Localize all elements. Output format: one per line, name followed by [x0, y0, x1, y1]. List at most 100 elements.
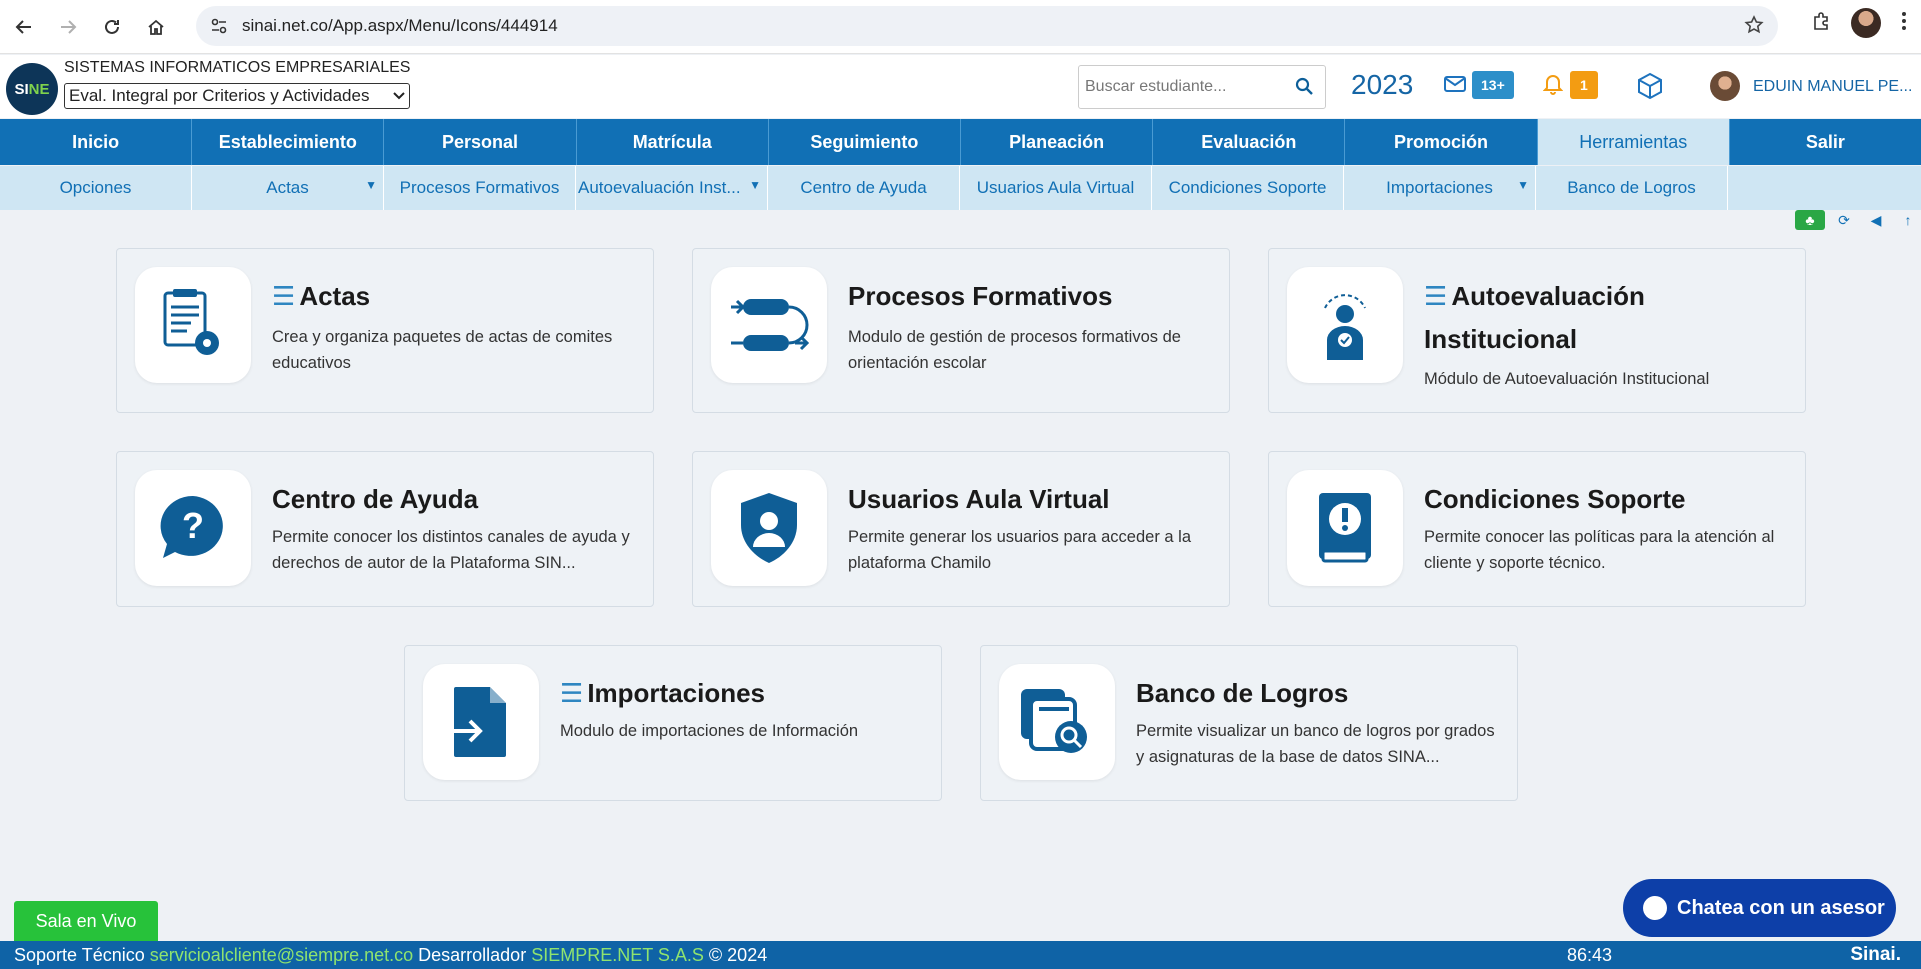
more-menu-icon[interactable]: [1901, 11, 1907, 36]
card-description: Permite conocer los distintos canales de…: [272, 528, 630, 572]
menu-item-seguimiento[interactable]: Seguimiento: [769, 119, 962, 165]
menu-item-salir[interactable]: Salir: [1730, 119, 1921, 165]
copyright: © 2024: [708, 944, 768, 965]
list-menu-icon[interactable]: ☰: [560, 678, 583, 708]
forward-button[interactable]: [48, 7, 88, 47]
notification-count-badge[interactable]: 1: [1570, 71, 1598, 99]
card-procesos-formativos[interactable]: Procesos Formativos Modulo de gestión de…: [692, 248, 1230, 413]
card-title-text: Importaciones: [587, 678, 766, 708]
browser-profile-avatar[interactable]: [1851, 8, 1881, 38]
session-timer: 86:43: [1567, 945, 1613, 965]
evaluation-select[interactable]: Eval. Integral por Criterios y Actividad…: [64, 83, 410, 109]
card-title: Usuarios Aula Virtual: [848, 484, 1110, 514]
card-condiciones-soporte[interactable]: Condiciones Soporte Permite conocer las …: [1268, 451, 1806, 607]
chat-bubble-icon: [1643, 896, 1667, 920]
search-placeholder: Buscar estudiante...: [1085, 78, 1227, 95]
submenu-label: Condiciones Soporte: [1168, 178, 1327, 197]
actas-icon: [135, 267, 251, 383]
card-description: Crea y organiza paquetes de actas de com…: [272, 328, 613, 372]
mail-icon[interactable]: [1444, 75, 1466, 98]
svg-text:?: ?: [182, 505, 204, 546]
card-title: ☰ Actas: [272, 275, 641, 318]
card-description: Permite visualizar un banco de logros po…: [1136, 722, 1495, 766]
menu-item-herramientas[interactable]: Herramientas: [1537, 119, 1730, 165]
menu-item-establecimiento[interactable]: Establecimiento: [192, 119, 385, 165]
support-label: Soporte Técnico: [14, 944, 145, 965]
menu-item-personal[interactable]: Personal: [384, 119, 577, 165]
student-search-input[interactable]: Buscar estudiante...: [1078, 65, 1326, 109]
submenu-item-usuarios-aula[interactable]: Usuarios Aula Virtual: [960, 166, 1152, 210]
submenu-item-procesos-formativos[interactable]: Procesos Formativos: [384, 166, 576, 210]
arrow-up-icon[interactable]: ↑: [1895, 210, 1921, 230]
cube-icon[interactable]: [1636, 72, 1664, 105]
menu-item-evaluacion[interactable]: Evaluación: [1153, 119, 1346, 165]
company-name: SISTEMAS INFORMATICOS EMPRESARIALES: [64, 59, 411, 76]
site-settings-icon[interactable]: [210, 17, 228, 35]
submenu-item-opciones[interactable]: Opciones: [0, 166, 192, 210]
submenu-item-importaciones[interactable]: Importaciones ▼: [1344, 166, 1536, 210]
support-email-link[interactable]: servicioalcliente@siempre.net.co: [150, 945, 413, 966]
card-description: Modulo de importaciones de Información: [560, 722, 859, 740]
submenu-item-condiciones-soporte[interactable]: Condiciones Soporte: [1152, 166, 1344, 210]
chat-advisor-button[interactable]: Chatea con un asesor: [1623, 879, 1896, 937]
card-description: Permite conocer las políticas para la at…: [1424, 528, 1775, 572]
chevron-down-icon: [393, 92, 405, 100]
bookmark-star-icon[interactable]: [1744, 15, 1764, 40]
submenu-item-centro-ayuda[interactable]: Centro de Ayuda: [768, 166, 960, 210]
back-button[interactable]: [4, 7, 44, 47]
menu-item-inicio[interactable]: Inicio: [0, 119, 193, 165]
card-title: Procesos Formativos: [848, 281, 1113, 311]
caret-down-icon: ▼: [749, 178, 761, 192]
user-shield-icon: [711, 470, 827, 586]
submenu-item-autoevaluacion[interactable]: Autoevaluación Inst... ▼: [576, 166, 768, 210]
refresh-icon[interactable]: ⟳: [1831, 210, 1857, 230]
card-centro-ayuda[interactable]: ? Centro de Ayuda Permite conocer los di…: [116, 451, 654, 607]
home-button[interactable]: [136, 7, 176, 47]
address-bar[interactable]: sinai.net.co/App.aspx/Menu/Icons/444914: [196, 6, 1778, 46]
card-description: Permite generar los usuarios para accede…: [848, 528, 1192, 572]
extensions-icon[interactable]: [1811, 11, 1831, 36]
card-title: Centro de Ayuda: [272, 484, 479, 514]
user-name[interactable]: EDUIN MANUEL PE...: [1753, 78, 1912, 96]
card-title-text: Actas: [299, 281, 371, 311]
list-menu-icon[interactable]: ☰: [1424, 281, 1447, 311]
bell-icon[interactable]: [1542, 73, 1564, 100]
submenu-item-banco-logros[interactable]: Banco de Logros: [1536, 166, 1728, 210]
card-importaciones[interactable]: ☰ Importaciones Modulo de importaciones d…: [404, 645, 942, 801]
self-assessment-icon: [1287, 267, 1403, 383]
reload-button[interactable]: [92, 7, 132, 47]
card-usuarios-aula[interactable]: Usuarios Aula Virtual Permite generar lo…: [692, 451, 1230, 607]
menu-item-planeacion[interactable]: Planeación: [961, 119, 1154, 165]
submenu-label: Opciones: [59, 178, 132, 197]
caret-down-icon: ▼: [365, 178, 377, 192]
menu-item-matricula[interactable]: Matrícula: [577, 119, 769, 165]
card-autoevaluacion[interactable]: ☰ Autoevaluación Institucional Módulo de …: [1268, 248, 1806, 413]
card-title-text: Autoevaluación Institucional: [1424, 281, 1645, 354]
back-circle-icon[interactable]: ◀: [1863, 210, 1889, 230]
help-question-icon: ?: [135, 470, 251, 586]
logo-text-b: NE: [28, 80, 50, 98]
mail-count-badge[interactable]: 13+: [1472, 71, 1514, 99]
search-icon[interactable]: [1295, 77, 1313, 100]
sinai-logo[interactable]: SI NE: [6, 63, 58, 115]
card-banco-logros[interactable]: Banco de Logros Permite visualizar un ba…: [980, 645, 1518, 801]
tree-view-icon[interactable]: ♣: [1795, 210, 1825, 230]
evaluation-select-value: Eval. Integral por Criterios y Actividad…: [69, 86, 370, 105]
search-files-icon: [999, 664, 1115, 780]
submenu-label: Centro de Ayuda: [800, 178, 927, 197]
page-tools: ♣ ⟳ ◀ ↑: [1795, 210, 1921, 230]
menu-item-promocion[interactable]: Promoción: [1345, 119, 1538, 165]
submenu-item-actas[interactable]: Actas ▼: [192, 166, 384, 210]
user-avatar[interactable]: [1710, 71, 1740, 101]
card-description: Módulo de Autoevaluación Institucional: [1424, 370, 1710, 388]
logo-text-a: SI: [14, 80, 29, 98]
card-actas[interactable]: ☰ Actas Crea y organiza paquetes de actas…: [116, 248, 654, 413]
list-menu-icon[interactable]: ☰: [272, 281, 295, 311]
live-room-button[interactable]: Sala en Vivo: [14, 901, 158, 941]
developer-link[interactable]: SIEMPRE.NET S.A.S: [531, 945, 704, 966]
card-description: Modulo de gestión de procesos formativos…: [848, 328, 1181, 372]
school-year[interactable]: 2023: [1351, 69, 1413, 101]
reload-icon: [105, 19, 119, 34]
card-title: ☰ Importaciones: [560, 672, 929, 715]
submenu-label: Importaciones: [1386, 178, 1493, 197]
